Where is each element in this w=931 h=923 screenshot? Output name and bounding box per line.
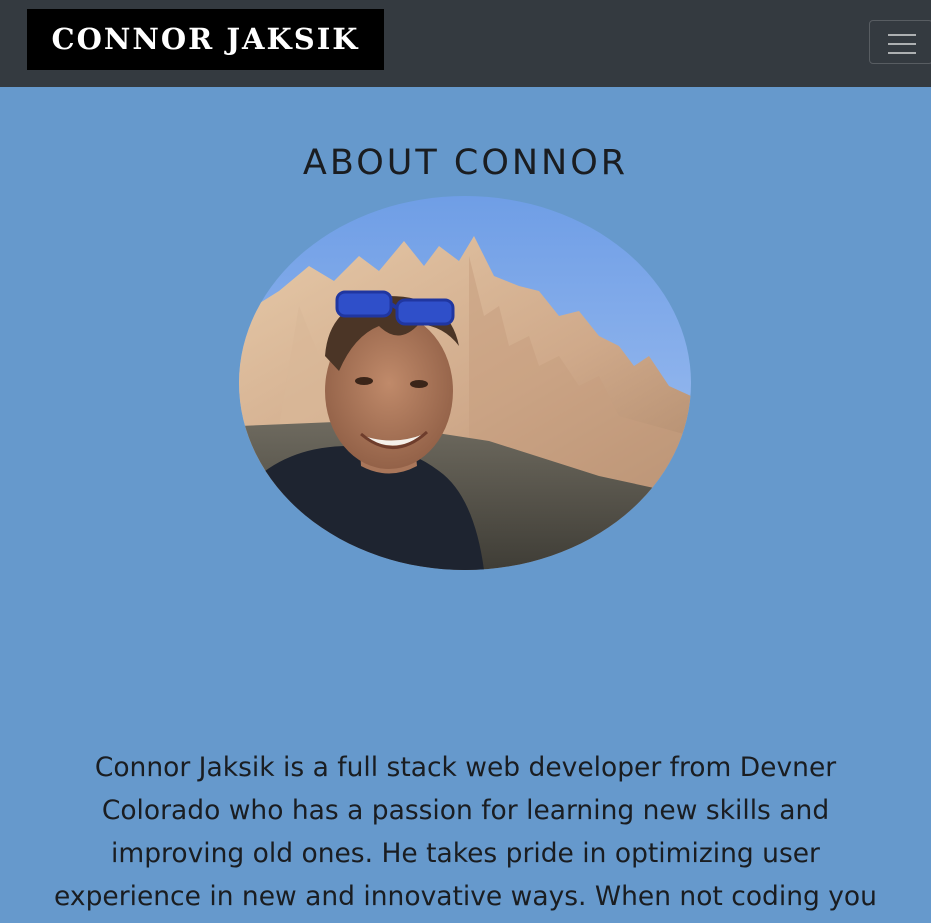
bio-line: Colorado who has a passion for learning … — [101, 795, 830, 826]
navbar-toggle-button[interactable] — [869, 20, 931, 64]
profile-photo — [239, 196, 691, 570]
about-heading: ABOUT CONNOR — [302, 143, 629, 183]
top-navbar: CONNOR JAKSIK — [0, 0, 931, 87]
about-bio: Connor Jaksik is a full stack web develo… — [0, 746, 931, 918]
brand-logo-link[interactable]: CONNOR JAKSIK — [27, 9, 384, 70]
bio-line: improving old ones. He takes pride in op… — [111, 838, 820, 869]
bio-line: experience in new and innovative ways. W… — [54, 881, 877, 912]
bio-line: Connor Jaksik is a full stack web develo… — [94, 752, 837, 783]
hamburger-menu-icon — [888, 33, 916, 54]
